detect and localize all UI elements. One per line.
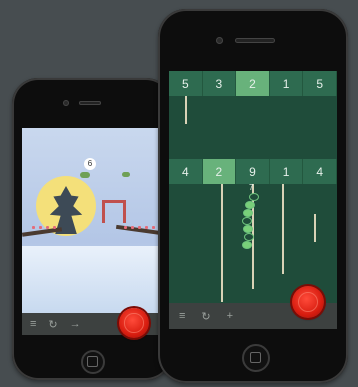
cursor-label: 7 [249, 183, 254, 192]
record-button-left[interactable] [119, 308, 149, 338]
front-camera [216, 37, 223, 44]
home-button-right[interactable] [242, 344, 270, 372]
lane-line [282, 184, 284, 274]
phone-right: 5 3 2 1 5 4 2 9 1 4 7 ≡ ↻ + [158, 9, 348, 383]
lane-line [314, 214, 316, 242]
note-dot[interactable] [244, 233, 254, 241]
earpiece-speaker [235, 38, 275, 43]
bottom-cell-3[interactable]: 9 [236, 159, 270, 184]
note-dot[interactable] [242, 241, 252, 249]
cherry-blossoms [30, 224, 60, 232]
menu-icon[interactable]: ≡ [30, 318, 36, 330]
cherry-blossoms [122, 224, 156, 232]
flying-creature-icon [122, 172, 130, 177]
top-cell-4[interactable]: 1 [269, 71, 304, 96]
top-score-row: 5 3 2 1 5 [169, 71, 337, 96]
forward-icon[interactable]: → [70, 318, 81, 330]
score-bubble: 6 [84, 158, 96, 170]
bottom-cell-4[interactable]: 1 [269, 159, 304, 184]
record-button-right[interactable] [292, 286, 324, 318]
bottom-cell-1[interactable]: 4 [169, 159, 203, 184]
note-dot[interactable] [242, 217, 252, 225]
bottom-cell-2[interactable]: 2 [202, 159, 237, 184]
lane-line [221, 184, 223, 302]
refresh-icon[interactable]: ↻ [48, 318, 57, 331]
top-cell-2[interactable]: 3 [202, 71, 237, 96]
note-dot[interactable] [245, 201, 255, 209]
add-icon[interactable]: + [227, 310, 233, 322]
front-camera [63, 100, 69, 106]
earpiece-speaker [79, 101, 101, 105]
home-button-left[interactable] [81, 350, 105, 374]
game-screen[interactable]: 6 ≡ ↻ → [22, 128, 162, 335]
flying-creature-icon [80, 172, 90, 178]
bottom-cell-5[interactable]: 4 [303, 159, 337, 184]
note-dot[interactable] [243, 209, 253, 217]
torii-gate-icon [102, 200, 126, 223]
top-cell-5[interactable]: 5 [303, 71, 337, 96]
note-dot[interactable] [243, 225, 253, 233]
note-dot[interactable] [249, 193, 259, 201]
snow-ground [22, 246, 162, 314]
menu-icon[interactable]: ≡ [179, 310, 185, 322]
refresh-icon[interactable]: ↻ [201, 310, 210, 323]
bottom-score-row: 4 2 9 1 4 [169, 159, 337, 184]
phone-left: 6 ≡ ↻ → [12, 78, 172, 380]
top-cell-3[interactable]: 2 [236, 71, 270, 96]
top-cell-1[interactable]: 5 [169, 71, 203, 96]
lane-line [185, 96, 187, 124]
